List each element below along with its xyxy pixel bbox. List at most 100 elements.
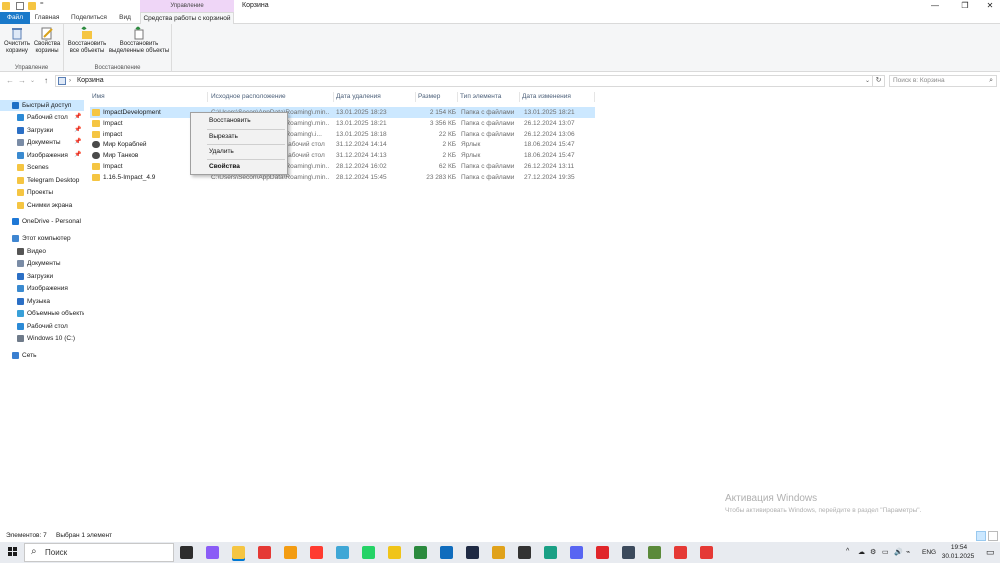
app-dark-icon[interactable] [466,546,479,559]
tab-recycle-bin-tools[interactable]: Средства работы с корзиной [140,12,234,24]
clock-time[interactable]: 19:54 [944,544,974,551]
file-row[interactable]: ImpactC:\Users\Secon\AppData\Roaming\.mi… [90,118,595,129]
column-header-size[interactable]: Размер [416,92,458,102]
context-menu-delete[interactable]: Удалить [191,146,287,158]
sidebar-item[interactable]: Этот компьютер [0,233,84,244]
notification-icon[interactable]: ▭ [986,547,995,558]
tab-home[interactable]: Главная [30,12,64,24]
tray-chevron-icon[interactable]: ^ [846,548,849,555]
sidebar-item[interactable]: Scenes [0,162,84,173]
game-icon[interactable] [518,546,531,559]
onedrive-icon [12,218,19,225]
sidebar-item[interactable]: Быстрый доступ [0,100,84,111]
taskbar-search-box[interactable]: ⌕ Поиск [24,543,174,562]
system-tray: ^ ☁ ⚙ ▭ 🔊 ⌁ ENG 19:54 30.01.2025 ▭ [846,542,1000,563]
details-view-icon[interactable] [976,531,986,541]
breadcrumb-separator[interactable]: › [69,76,71,86]
settings-tray-icon[interactable]: ⚙ [870,548,876,556]
column-header-name[interactable]: Имя [90,92,208,102]
context-menu-properties[interactable]: Свойства [191,161,287,173]
sidebar-item[interactable]: Загрузки 📌 [0,125,84,136]
sidebar-item[interactable]: Загрузки [0,271,84,282]
forward-button[interactable]: → [18,76,26,85]
video-app-icon[interactable] [674,546,687,559]
sidebar-item[interactable]: Рабочий стол 📌 [0,112,84,123]
sidebar-item[interactable]: Сеть [0,350,84,361]
sidebar-item[interactable]: OneDrive - Personal [0,216,84,227]
sidebar-item[interactable]: Изображения [0,283,84,294]
yandex-browser-icon[interactable] [258,546,271,559]
sidebar-item[interactable]: Telegram Desktop [0,175,84,186]
quick-access-dropdown-icon[interactable]: = [40,1,48,9]
file-row[interactable]: ImpactC:\Users\Secon\AppData\Roaming\.mi… [90,161,595,172]
discord-icon[interactable] [570,546,583,559]
minecraft-icon[interactable] [648,546,661,559]
folder-icon[interactable] [2,2,10,10]
restore-all-button[interactable]: Восстановить все объекты [66,26,108,55]
network-tray-icon[interactable]: ▭ [882,548,889,556]
file-row[interactable]: impactC:\Users\Secon\AppData\Roaming\.i.… [90,129,595,140]
address-field[interactable]: › Корзина ⌄ [55,75,873,87]
yandex-icon[interactable] [310,546,323,559]
restore-selected-button[interactable]: Восстановить выделенные объекты [108,26,170,55]
windows-start-icon[interactable] [8,547,18,557]
new-folder-icon[interactable] [28,2,36,10]
breadcrumb[interactable]: Корзина [77,76,104,86]
sidebar-item[interactable]: Проекты [0,187,84,198]
search-input[interactable]: Поиск в: Корзина ⌕ [889,75,997,87]
sidebar-item-label: Изображения [27,152,68,159]
wifi-icon[interactable]: ⌁ [906,548,910,556]
sidebar-item[interactable]: Windows 10 (C:) [0,333,84,344]
properties-icon[interactable] [16,2,24,10]
mail-app-icon[interactable] [414,546,427,559]
recent-locations-button[interactable]: ⌄ [30,77,35,84]
context-menu-cut[interactable]: Вырезать [191,131,287,143]
app-icon[interactable] [388,546,401,559]
video-app-2-icon[interactable] [700,546,713,559]
tab-share[interactable]: Поделиться [66,12,112,24]
task-view-icon[interactable] [180,546,193,559]
copilot-icon[interactable] [206,546,219,559]
calculator-icon[interactable] [622,546,635,559]
file-row[interactable]: Мир КораблейC:\Users\Secon\Desktop\Рабоч… [90,139,595,150]
language-indicator[interactable]: ENG [922,549,936,556]
column-header-item-type[interactable]: Тип элемента [458,92,520,102]
refresh-button[interactable]: ↻ [873,75,885,87]
column-header-date-deleted[interactable]: Дата удаления [334,92,416,102]
sidebar-item[interactable]: Документы [0,258,84,269]
sidebar-item[interactable]: Музыка [0,296,84,307]
large-icons-view-icon[interactable] [988,531,998,541]
recycle-bin-properties-button[interactable]: Свойства корзины [32,26,62,55]
sidebar-item[interactable]: Снимки экрана [0,200,84,211]
empty-recycle-bin-button[interactable]: Очистить корзину [2,26,32,55]
file-row[interactable]: Мир ТанковC:\Users\Secon\Desktop\Рабочий… [90,150,595,161]
context-menu-restore[interactable]: Восстановить [191,115,287,127]
clock-date[interactable]: 30.01.2025 [940,553,976,560]
volume-icon[interactable]: 🔊 [894,548,903,556]
onedrive-tray-icon[interactable]: ☁ [858,548,865,556]
photos-icon[interactable] [336,546,349,559]
column-header-date-modified[interactable]: Дата изменения [520,92,595,102]
sidebar-item[interactable]: Рабочий стол [0,321,84,332]
file-row[interactable]: ImpactDevelopmentC:\Users\Secon\AppData\… [90,107,595,118]
sidebar-item[interactable]: Видео [0,246,84,257]
folder-app-icon[interactable] [492,546,505,559]
sidebar-item[interactable]: Объемные объекты [0,308,84,319]
opera-icon[interactable] [596,546,609,559]
sidebar-item[interactable]: Документы 📌 [0,137,84,148]
sidebar-item[interactable]: Изображения 📌 [0,150,84,161]
outlook-icon[interactable] [440,546,453,559]
file-row[interactable]: 1.16.5-Impact_4.9 C:\Users\Secon\AppData\… [90,172,595,183]
tab-file[interactable]: Файл [0,12,30,24]
file-explorer-icon[interactable] [232,546,245,559]
up-button[interactable]: ↑ [44,76,48,85]
back-button[interactable]: ← [6,76,14,85]
edge-icon[interactable] [544,546,557,559]
address-dropdown-icon[interactable]: ⌄ [865,76,870,86]
column-header-original-location[interactable]: Исходное расположение [209,92,334,102]
minimize-button[interactable]: — [920,0,950,12]
close-button[interactable]: ✕ [975,0,1000,12]
tab-view[interactable]: Вид [114,12,136,24]
whatsapp-icon[interactable] [362,546,375,559]
store-icon[interactable] [284,546,297,559]
